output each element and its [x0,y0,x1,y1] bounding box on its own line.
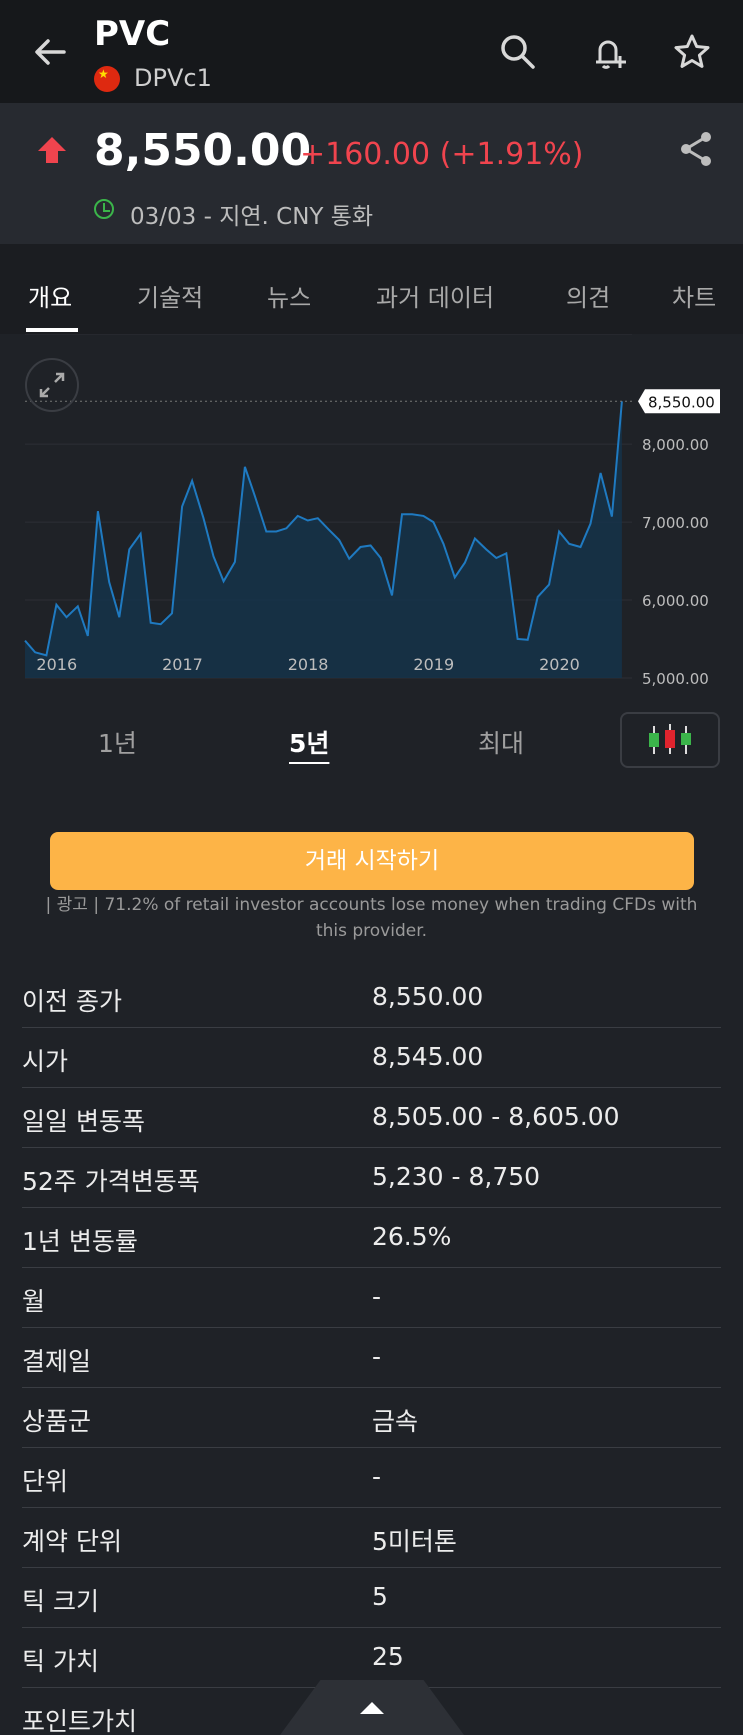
star-icon[interactable] [670,30,714,74]
x-tick-label: 2016 [36,655,77,674]
info-row: 52주 가격변동폭 5,230 - 8,750 [0,1148,743,1208]
info-row-label: 계약 단위 [22,1527,122,1556]
tab-news[interactable]: 뉴스 [267,278,311,313]
active-tab-indicator [26,328,78,332]
info-row: 계약 단위 5미터톤 [0,1508,743,1568]
price-area-fill [25,401,622,678]
tab-overview[interactable]: 개요 [28,278,72,313]
china-flag-icon: ★ [94,66,120,92]
quote-panel: 8,550.00 +160.00 (+1.91%) 03/03 - 지연. CN… [0,103,743,244]
price-chart[interactable]: 8,550.00 8,000.00 7,000.00 6,000.00 5,000.00… [0,334,743,690]
range-5y-button[interactable]: 5년 [289,724,329,760]
info-row-value: 5미터톤 [372,1527,457,1556]
y-tick-label: 8,000.00 [642,436,709,454]
info-row-value: 금속 [372,1407,419,1436]
info-row: 단위 - [0,1448,743,1508]
price-chart-svg: 8,550.00 8,000.00 7,000.00 6,000.00 5,000.00… [24,334,720,688]
tab-chart[interactable]: 차트 [672,278,716,313]
tab-historical-data[interactable]: 과거 데이터 [376,278,494,313]
price-change: +160.00 (+1.91%) [300,137,584,172]
share-icon[interactable] [676,129,716,173]
back-arrow-icon[interactable] [28,30,72,74]
info-row: 틱 가치 25 [0,1628,743,1688]
last-price: 8,550.00 [94,125,312,176]
info-row-value: 5,230 - 8,750 [372,1162,541,1191]
start-trading-button[interactable]: 거래 시작하기 [50,832,694,890]
info-row: 틱 크기 5 [0,1568,743,1628]
info-row-label: 일일 변동폭 [22,1107,145,1136]
info-row-value: 8,545.00 [372,1042,484,1071]
info-row-label: 단위 [22,1467,69,1496]
instrument-symbol: PVC [94,14,171,54]
x-tick-label: 2019 [413,655,454,674]
info-row-label: 52주 가격변동폭 [22,1167,200,1196]
candlestick-icon [649,724,691,754]
info-row-label: 이전 종가 [22,987,122,1016]
triangle-up-icon [360,1702,384,1714]
info-row-label: 시가 [22,1047,69,1076]
y-tick-label: 6,000.00 [642,592,709,610]
info-row-label: 틱 크기 [22,1587,99,1616]
y-tick-label: 7,000.00 [642,514,709,532]
info-row: 일일 변동폭 8,505.00 - 8,605.00 [0,1088,743,1148]
instrument-subsymbol: DPVc1 [134,64,212,92]
info-row-value: - [372,1342,382,1371]
info-row: 시가 8,545.00 [0,1028,743,1088]
info-row-value: 8,505.00 - 8,605.00 [372,1102,620,1131]
y-tick-label: 5,000.00 [642,670,709,688]
info-row-value: 5 [372,1582,388,1611]
x-tick-label: 2018 [288,655,329,674]
app-header: PVC ★ DPVc1 [0,0,743,103]
info-row-label: 상품군 [22,1407,92,1436]
candlestick-toggle-button[interactable] [620,712,720,768]
tab-technical[interactable]: 기술적 [137,278,203,313]
info-row-value: - [372,1282,382,1311]
info-row-label: 틱 가치 [22,1647,99,1676]
current-price-label: 8,550.00 [648,393,715,411]
x-tick-label: 2017 [162,655,203,674]
info-row-label: 포인트가치 [22,1707,138,1735]
add-alert-bell-icon[interactable] [586,30,630,74]
info-row-value: 8,550.00 [372,982,484,1011]
info-row: 이전 종가 8,550.00 [0,968,743,1028]
info-row: 상품군 금속 [0,1388,743,1448]
info-row-label: 1년 변동률 [22,1227,138,1256]
time-range-selector: 1년 5년 최대 [0,700,743,770]
expand-chart-icon[interactable] [25,358,79,412]
info-row: 1년 변동률 26.5% [0,1208,743,1268]
info-row-value: 26.5% [372,1222,452,1251]
ad-disclaimer: | 광고 | 71.2% of retail investor accounts… [45,895,698,941]
info-row-label: 결제일 [22,1347,92,1376]
arrow-up-icon [36,135,68,169]
range-max-button[interactable]: 최대 [478,724,524,760]
section-tabs: 개요 기술적 뉴스 과거 데이터 의견 차트 [0,244,743,334]
info-row: 월- [0,1268,743,1328]
info-row-value: 25 [372,1642,404,1671]
range-1y-button[interactable]: 1년 [98,724,137,760]
tab-opinion[interactable]: 의견 [566,278,610,313]
clock-icon [94,199,114,219]
info-row: 결제일 - [0,1328,743,1388]
info-row-value: - [372,1462,382,1491]
quote-status: 03/03 - 지연. CNY 통화 [130,204,374,230]
x-tick-label: 2020 [539,655,580,674]
info-row-label: 월 [22,1287,46,1316]
search-icon[interactable] [496,30,540,74]
